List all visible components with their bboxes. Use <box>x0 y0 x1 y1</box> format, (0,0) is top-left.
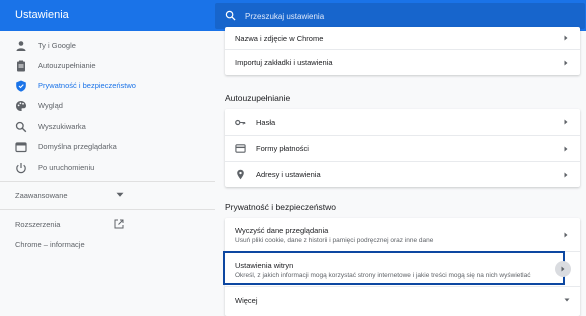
import-bookmarks-row[interactable]: Importuj zakładki i ustawienia <box>225 50 580 75</box>
sidebar-item-label: Po uruchomieniu <box>38 163 95 172</box>
payment-methods-row[interactable]: Formy płatności <box>225 136 580 161</box>
chevron-right-icon <box>564 232 568 238</box>
you-and-google-card: Nazwa i zdjęcie w Chrome Importuj zakład… <box>225 27 580 75</box>
search-box[interactable] <box>215 3 585 29</box>
autofill-card: Hasła Formy płatności Adresy i ustawieni… <box>225 109 580 187</box>
sidebar-advanced[interactable]: Zaawansowane <box>15 191 68 200</box>
section-heading-autofill: Autouzupełnianie <box>225 93 291 103</box>
sidebar: Ty i Google Autouzupełnianie Prywatność … <box>0 31 215 316</box>
profile-name-row[interactable]: Nazwa i zdjęcie w Chrome <box>225 27 580 49</box>
sidebar-item-label: Autouzupełnianie <box>38 61 96 70</box>
clear-browsing-data-row[interactable]: Wyczyść dane przeglądania Usuń pliki coo… <box>225 218 580 251</box>
browser-icon <box>15 142 27 153</box>
section-heading-privacy: Prywatność i bezpieczeństwo <box>225 202 337 212</box>
sidebar-item-search-engine[interactable]: Wyszukiwarka <box>0 117 200 137</box>
chevron-right-icon <box>564 146 568 152</box>
sidebar-item-on-startup[interactable]: Po uruchomieniu <box>0 158 200 178</box>
shield-icon <box>16 80 26 92</box>
more-row[interactable]: Więcej <box>225 287 580 313</box>
sidebar-item-label: Domyślna przeglądarka <box>38 142 117 151</box>
row-title: Importuj zakładki i ustawienia <box>235 58 333 67</box>
sidebar-item-autofill[interactable]: Autouzupełnianie <box>0 56 200 76</box>
divider <box>0 181 215 182</box>
sidebar-item-label: Wygląd <box>38 101 63 110</box>
app-title: Ustawienia <box>15 9 69 21</box>
divider <box>0 209 215 210</box>
site-settings-open-button[interactable] <box>555 261 571 277</box>
row-title: Więcej <box>235 296 258 305</box>
chevron-right-icon <box>564 172 568 178</box>
row-subtitle: Usuń pliki cookie, dane z historii i pam… <box>235 237 434 244</box>
location-pin-icon <box>237 169 244 180</box>
addresses-row[interactable]: Adresy i ustawienia <box>225 162 580 187</box>
row-title: Nazwa i zdjęcie w Chrome <box>235 34 324 43</box>
chevron-down-icon <box>564 298 570 302</box>
power-icon <box>16 163 26 174</box>
sidebar-item-you-and-google[interactable]: Ty i Google <box>0 36 200 56</box>
settings-main: Nazwa i zdjęcie w Chrome Importuj zakład… <box>215 27 586 316</box>
key-icon <box>235 119 246 126</box>
sidebar-item-default-browser[interactable]: Domyślna przeglądarka <box>0 137 200 157</box>
chevron-right-icon <box>564 119 568 125</box>
passwords-row[interactable]: Hasła <box>225 109 580 135</box>
credit-card-icon <box>235 144 246 153</box>
sidebar-extensions[interactable]: Rozszerzenia <box>15 220 60 229</box>
open-in-new-icon[interactable] <box>114 219 124 229</box>
row-title: Wyczyść dane przeglądania <box>235 226 329 235</box>
sidebar-item-label: Wyszukiwarka <box>38 122 86 131</box>
sidebar-item-privacy[interactable]: Prywatność i bezpieczeństwo <box>0 76 200 96</box>
chevron-down-icon[interactable] <box>116 192 124 198</box>
palette-icon <box>16 101 26 111</box>
sidebar-item-appearance[interactable]: Wygląd <box>0 96 200 116</box>
row-title: Formy płatności <box>256 144 309 153</box>
clipboard-icon <box>17 60 25 72</box>
chevron-right-icon <box>564 35 568 41</box>
chevron-right-icon <box>561 266 565 272</box>
site-settings-highlight <box>223 251 565 285</box>
row-title: Adresy i ustawienia <box>256 170 321 179</box>
search-icon <box>225 10 236 21</box>
person-icon <box>16 41 26 51</box>
row-title: Hasła <box>256 118 276 127</box>
chevron-right-icon <box>564 60 568 66</box>
search-icon <box>15 121 27 133</box>
sidebar-item-label: Prywatność i bezpieczeństwo <box>38 81 136 90</box>
search-input[interactable] <box>245 7 565 25</box>
sidebar-about-chrome[interactable]: Chrome – informacje <box>15 240 85 249</box>
sidebar-item-label: Ty i Google <box>38 41 76 50</box>
